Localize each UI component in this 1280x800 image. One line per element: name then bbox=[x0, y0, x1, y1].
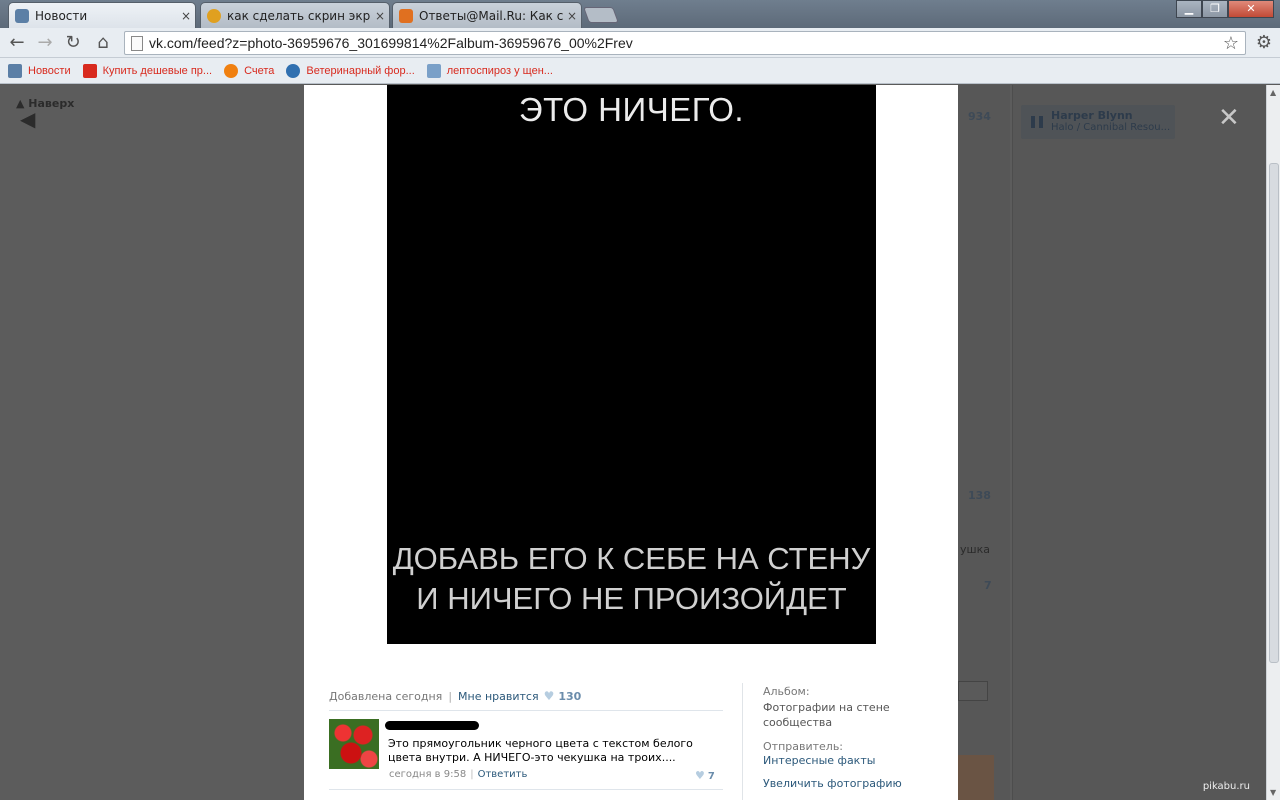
pause-icon[interactable] bbox=[1031, 116, 1043, 128]
tab-mail-answers[interactable]: Ответы@Mail.Ru: Как сде × bbox=[392, 2, 582, 28]
column-divider bbox=[742, 683, 743, 800]
forward-arrow-icon[interactable]: → bbox=[34, 32, 56, 54]
bookmark-label: Купить дешевые пр... bbox=[102, 64, 213, 77]
separator: | bbox=[448, 689, 453, 703]
comment-like-count: 7 bbox=[707, 771, 715, 782]
window-close-button[interactable]: ✕ bbox=[1228, 0, 1274, 18]
separator: | bbox=[470, 769, 474, 780]
tab-strip: Новости × как сделать скрин экрана × Отв… bbox=[0, 0, 1280, 28]
bookmark-shop[interactable]: Купить дешевые пр... bbox=[82, 63, 213, 78]
comment-like[interactable]: ♥ 7 bbox=[695, 769, 715, 782]
tab-title: Ответы@Mail.Ru: Как сде bbox=[419, 8, 563, 23]
tab-close-icon[interactable]: × bbox=[371, 9, 389, 23]
photo-bottom-line-2: И НИЧЕГО НЕ ПРОИЗОЙДЕТ bbox=[416, 581, 847, 616]
globe-icon bbox=[286, 63, 301, 78]
photo-sidebar: Альбом: Фотографии на стене сообщества О… bbox=[763, 685, 943, 790]
photo-viewer: ЭТО НИЧЕГО. ДОБАВЬ ЕГО К СЕБЕ НА СТЕНУ И… bbox=[304, 85, 958, 800]
address-bar[interactable]: vk.com/feed?z=photo-36959676_301699814%2… bbox=[124, 31, 1246, 55]
page-icon bbox=[131, 36, 143, 51]
author-name-redacted[interactable] bbox=[385, 721, 479, 730]
vk-favicon-icon bbox=[15, 8, 29, 23]
page-scrollbar[interactable]: ▲ ▼ bbox=[1266, 85, 1280, 800]
bookmark-label: лептоспироз у щен... bbox=[446, 64, 553, 77]
bg-snippet: ушка bbox=[960, 543, 990, 556]
url-text[interactable]: vk.com/feed?z=photo-36959676_301699814%2… bbox=[149, 35, 633, 51]
sender-link[interactable]: Интересные факты bbox=[763, 754, 943, 767]
comment-text: Это прямоугольник черного цвета с тексто… bbox=[388, 737, 693, 764]
photo-image[interactable]: ЭТО НИЧЕГО. ДОБАВЬ ЕГО К СЕБЕ НА СТЕНУ И… bbox=[387, 85, 876, 644]
tab-screenshot-search[interactable]: как сделать скрин экрана × bbox=[200, 2, 390, 28]
comment-meta: сегодня в 9:58 | Ответить bbox=[389, 769, 527, 780]
album-value: Фотографии на стене сообщества bbox=[763, 701, 890, 729]
divider bbox=[329, 710, 723, 711]
bookmark-leptospirosis[interactable]: лептоспироз у щен... bbox=[426, 63, 553, 78]
bg-like-count: 138 bbox=[968, 489, 991, 502]
audio-player[interactable]: Harper Blynn Halo / Cannibal Resou... bbox=[1021, 105, 1175, 139]
bookmark-label: Счета bbox=[244, 64, 275, 77]
divider bbox=[329, 789, 723, 790]
sender-label: Отправитель: bbox=[763, 740, 844, 753]
scroll-up-icon[interactable]: ▲ bbox=[1270, 88, 1276, 97]
new-tab-button[interactable] bbox=[583, 7, 619, 23]
bg-photo bbox=[958, 755, 994, 800]
bg-like-count: 934 bbox=[968, 110, 991, 123]
browser-toolbar: ← → ↻ ⌂ vk.com/feed?z=photo-36959676_301… bbox=[0, 28, 1280, 58]
bookmark-label: Ветеринарный фор... bbox=[306, 64, 415, 77]
page-viewport: ▲ Наверх ◀ 934 138 ушка 7 Harper Blynn H… bbox=[0, 85, 1266, 800]
tab-title: Новости bbox=[35, 8, 88, 23]
bg-comment-input bbox=[958, 681, 988, 701]
bookmark-star-icon[interactable]: ☆ bbox=[1223, 33, 1239, 54]
tab-close-icon[interactable]: × bbox=[563, 9, 581, 23]
close-viewer-icon[interactable]: ✕ bbox=[1218, 103, 1240, 133]
scroll-thumb[interactable] bbox=[1269, 163, 1279, 663]
window-controls: ▁ ❐ ✕ bbox=[1176, 0, 1274, 18]
added-date: Добавлена сегодня bbox=[329, 689, 443, 703]
player-artist: Harper Blynn bbox=[1051, 109, 1133, 122]
puzzle-icon bbox=[426, 63, 441, 78]
bookmark-label: Новости bbox=[28, 64, 71, 77]
comment-time[interactable]: сегодня в 9:58 bbox=[389, 769, 466, 780]
heart-icon[interactable]: ♥ bbox=[544, 689, 555, 703]
reload-icon[interactable]: ↻ bbox=[62, 32, 84, 54]
mail-favicon-icon bbox=[399, 8, 413, 23]
back-arrow-icon[interactable]: ← bbox=[6, 32, 28, 54]
tab-close-icon[interactable]: × bbox=[177, 9, 195, 23]
bookmark-bills[interactable]: Счета bbox=[224, 63, 275, 78]
comment-item: Это прямоугольник черного цвета с тексто… bbox=[329, 719, 723, 789]
bookmarks-bar: Новости Купить дешевые пр... Счета Ветер… bbox=[0, 58, 1280, 84]
search-favicon-icon bbox=[207, 8, 221, 23]
maximize-button[interactable]: ❐ bbox=[1202, 0, 1228, 18]
vk-icon bbox=[8, 63, 22, 78]
photo-info-bar: Добавлена сегодня | Мне нравится ♥ 130 bbox=[329, 689, 581, 703]
player-track: Halo / Cannibal Resou... bbox=[1051, 122, 1171, 133]
scroll-down-icon[interactable]: ▼ bbox=[1270, 788, 1276, 797]
like-count[interactable]: 130 bbox=[558, 690, 581, 703]
bookmark-news[interactable]: Новости bbox=[8, 63, 71, 78]
wrench-menu-icon[interactable]: ⚙ bbox=[1256, 32, 1272, 53]
heart-icon: ♥ bbox=[695, 769, 705, 782]
right-panel: Harper Blynn Halo / Cannibal Resou... bbox=[1012, 85, 1266, 800]
home-icon[interactable]: ⌂ bbox=[92, 32, 114, 54]
photo-bottom-line-1: ДОБАВЬ ЕГО К СЕБЕ НА СТЕНУ bbox=[392, 541, 871, 576]
like-button[interactable]: Мне нравится bbox=[458, 690, 539, 703]
previous-arrow-icon[interactable]: ◀ bbox=[20, 107, 35, 131]
album-label: Альбом: bbox=[763, 685, 810, 698]
refresh-circle-icon bbox=[224, 63, 239, 78]
bg-like-count: 7 bbox=[984, 579, 992, 592]
enlarge-photo-link[interactable]: Увеличить фотографию bbox=[763, 777, 943, 790]
photo-top-text: ЭТО НИЧЕГО. bbox=[518, 91, 745, 128]
minimize-button[interactable]: ▁ bbox=[1176, 0, 1202, 18]
bookmark-vet-forum[interactable]: Ветеринарный фор... bbox=[286, 63, 415, 78]
cart-icon bbox=[82, 63, 97, 78]
tab-title: как сделать скрин экрана bbox=[227, 8, 371, 23]
reply-button[interactable]: Ответить bbox=[478, 769, 528, 780]
avatar[interactable] bbox=[329, 719, 379, 769]
watermark: pikabu.ru bbox=[1202, 781, 1250, 792]
tab-news[interactable]: Новости × bbox=[8, 2, 196, 28]
